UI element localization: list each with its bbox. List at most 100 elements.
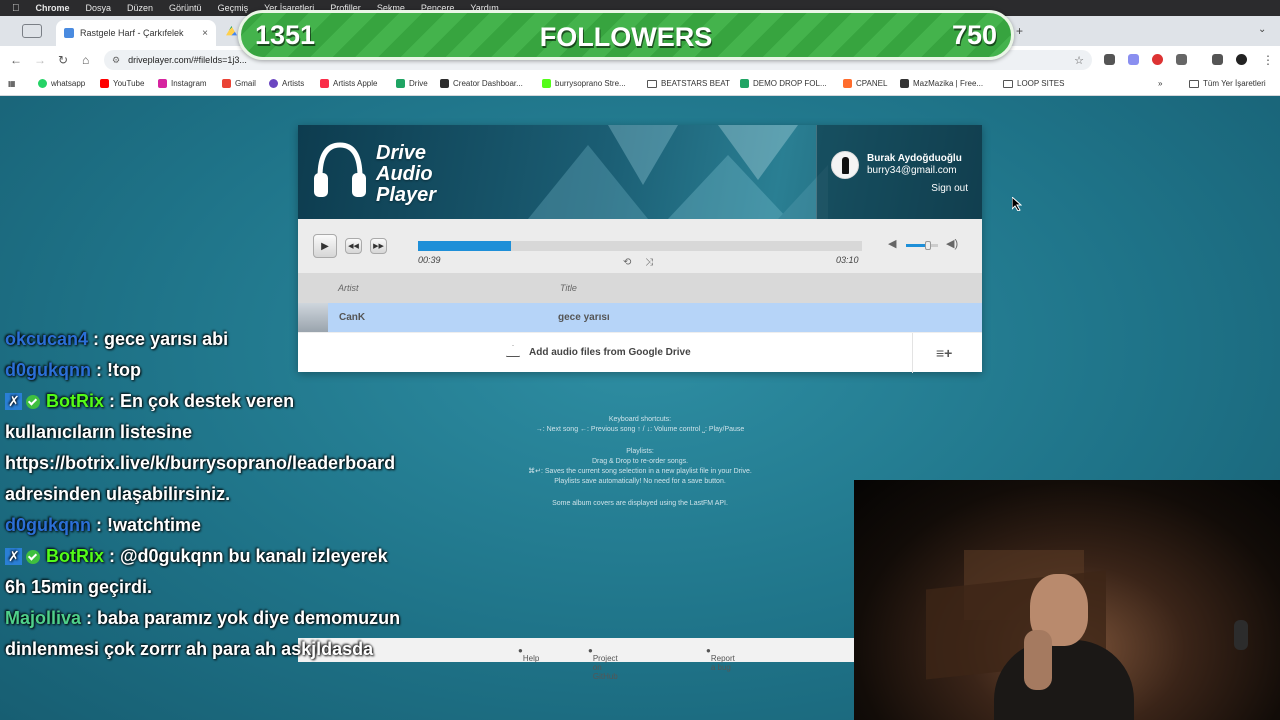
track-title: gece yarısı — [558, 312, 610, 323]
repeat-icon[interactable]: ⟲ — [623, 257, 631, 268]
extension-cloud-icon[interactable] — [1128, 54, 1139, 65]
verified-badge-icon — [26, 550, 40, 564]
bookmark-star-icon[interactable]: ☆ — [1074, 54, 1084, 67]
playlists-line: Drag & Drop to re-order songs. — [591, 458, 689, 465]
player-logo-text: Drive Audio Player — [376, 142, 437, 206]
new-tab-button[interactable]: + — [1016, 24, 1023, 38]
volume-max-icon[interactable]: ◀) — [946, 237, 958, 250]
tab-overview-icon[interactable] — [22, 24, 42, 38]
volume-mute-icon[interactable]: ◀ — [888, 237, 896, 250]
bookmark-folder[interactable]: BEATSTARS BEAT — [647, 79, 730, 88]
url-text: driveplayer.com/#fileIds=1j3... — [128, 55, 247, 65]
header-pattern — [528, 125, 828, 219]
chrome-menu-icon[interactable]: ⋮ — [1262, 53, 1274, 67]
chat-message: okcucan4 : gece yarısı abi — [5, 324, 405, 355]
chat-message: d0gukqnn : !top — [5, 355, 405, 386]
playlist-add-icon[interactable]: ≡+ — [936, 345, 952, 361]
browser-tab[interactable]: Rastgele Harf - Çarkıfelek × — [56, 20, 216, 46]
menu-item[interactable]: Dosya — [86, 3, 112, 13]
help-link[interactable]: ● Help — [518, 646, 539, 663]
cpanel-icon — [843, 79, 852, 88]
tab-search-icon[interactable]: ⌄ — [1258, 24, 1266, 35]
bookmarks-bar: ▦ whatsapp YouTube Instagram Gmail Artis… — [0, 74, 1280, 96]
chat-username: BotRix — [46, 546, 104, 566]
next-button[interactable]: ▶▶ — [370, 238, 387, 254]
google-drive-icon — [506, 345, 520, 357]
bookmark-item[interactable]: MazMazika | Free... — [900, 79, 983, 88]
folder-icon — [647, 79, 657, 88]
chat-message: d0gukqnn : !watchtime — [5, 510, 405, 541]
player-header: Drive Audio Player Burak Aydoğduoğlu bur… — [298, 125, 982, 219]
apps-grid-icon[interactable]: ▦ — [8, 79, 16, 88]
add-files-button[interactable]: Add audio files from Google Drive — [529, 347, 691, 358]
chat-message: BotRix : @d0gukqnn bu kanalı izleyerek 6… — [5, 541, 405, 603]
chat-username: Majolliva — [5, 608, 82, 628]
drive-tab-favicon-icon[interactable] — [226, 26, 237, 36]
sign-out-link[interactable]: Sign out — [931, 183, 968, 194]
youtube-icon — [100, 79, 109, 88]
play-button[interactable]: ▶ — [313, 234, 337, 258]
bookmark-folder[interactable]: LOOP SITES — [1003, 79, 1064, 88]
home-icon[interactable]: ⌂ — [82, 53, 89, 67]
chat-text: : gece yarısı abi — [88, 329, 229, 349]
mouse-cursor-icon — [1012, 197, 1022, 211]
volume-knob[interactable] — [925, 241, 932, 250]
progress-bar[interactable] — [418, 241, 862, 251]
volume-slider[interactable] — [906, 241, 938, 250]
previous-button[interactable]: ◀◀ — [345, 238, 362, 254]
bookmark-item[interactable]: Artists — [269, 79, 304, 88]
extension-shield-icon[interactable] — [1104, 54, 1115, 65]
divider — [912, 333, 913, 373]
bookmark-item[interactable]: DEMO DROP FOL... — [740, 79, 827, 88]
reload-icon[interactable]: ↻ — [58, 53, 68, 67]
followers-title: FOLLOWERS — [539, 22, 713, 52]
player-controls: ▶ ◀◀ ▶▶ 00:39 03:10 ⟲ ⤨ ◀ ◀) — [298, 219, 982, 273]
apple-icon[interactable]:  — [12, 3, 20, 14]
column-artist[interactable]: Artist — [338, 283, 359, 293]
report-bug-link[interactable]: ● Report a bug — [706, 646, 735, 672]
bookmark-item[interactable]: Creator Dashboar... — [440, 79, 523, 88]
media-control-icon[interactable] — [1212, 54, 1223, 65]
bookmark-item[interactable]: Artists Apple — [320, 79, 377, 88]
help-text: Keyboard shortcuts: →: Next song ←: Prev… — [440, 415, 840, 509]
bookmark-item[interactable]: CPANEL — [843, 79, 887, 88]
playlists-line: ⌘↵: Saves the current song selection in … — [528, 468, 752, 475]
bookmark-item[interactable]: Instagram — [158, 79, 207, 88]
chat-username: BotRix — [46, 391, 104, 411]
bookmark-item[interactable]: Drive — [396, 79, 428, 88]
all-bookmarks-button[interactable]: Tüm Yer İşaretleri — [1189, 79, 1266, 88]
chat-text: : !top — [91, 360, 141, 380]
profile-avatar-icon[interactable] — [1236, 54, 1247, 65]
menu-item[interactable]: Görüntü — [169, 3, 202, 13]
menu-app-name[interactable]: Chrome — [36, 3, 70, 13]
kick-icon — [542, 79, 551, 88]
progress-fill — [418, 241, 512, 251]
bookmark-item[interactable]: Gmail — [222, 79, 256, 88]
menu-item[interactable]: Geçmiş — [218, 3, 249, 13]
tab-close-icon[interactable]: × — [202, 28, 208, 39]
extension-record-icon[interactable] — [1152, 54, 1163, 65]
chat-message: BotRix : En çok destek veren kullanıcıla… — [5, 386, 405, 510]
shuffle-icon[interactable]: ⤨ — [645, 257, 653, 268]
menu-item[interactable]: Düzen — [127, 3, 153, 13]
bookmark-item[interactable]: YouTube — [100, 79, 144, 88]
site-info-icon[interactable]: ⚙ — [112, 55, 120, 66]
mazmazika-icon — [900, 79, 909, 88]
shortcuts-line: →: Next song ←: Previous song ↑ / ↓: Vol… — [535, 426, 745, 433]
chat-username: d0gukqnn — [5, 515, 91, 535]
chat-username: okcucan4 — [5, 329, 89, 349]
back-icon[interactable]: ← — [10, 53, 22, 67]
chat-username: d0gukqnn — [5, 360, 91, 380]
whatsapp-icon — [38, 79, 47, 88]
forward-icon[interactable]: → — [34, 53, 46, 67]
bookmarks-overflow-icon[interactable]: » — [1158, 79, 1162, 88]
bookmark-item[interactable]: burrysoprano Stre... — [542, 79, 626, 88]
gmail-icon — [222, 79, 231, 88]
column-title[interactable]: Title — [560, 283, 577, 293]
extensions-puzzle-icon[interactable] — [1176, 54, 1187, 65]
github-link[interactable]: ● Project on GitHub — [588, 646, 618, 681]
webcam-person-hand — [1024, 630, 1052, 690]
headphones-logo-icon — [314, 142, 366, 197]
time-total: 03:10 — [836, 255, 859, 265]
bookmark-item[interactable]: whatsapp — [38, 79, 85, 88]
